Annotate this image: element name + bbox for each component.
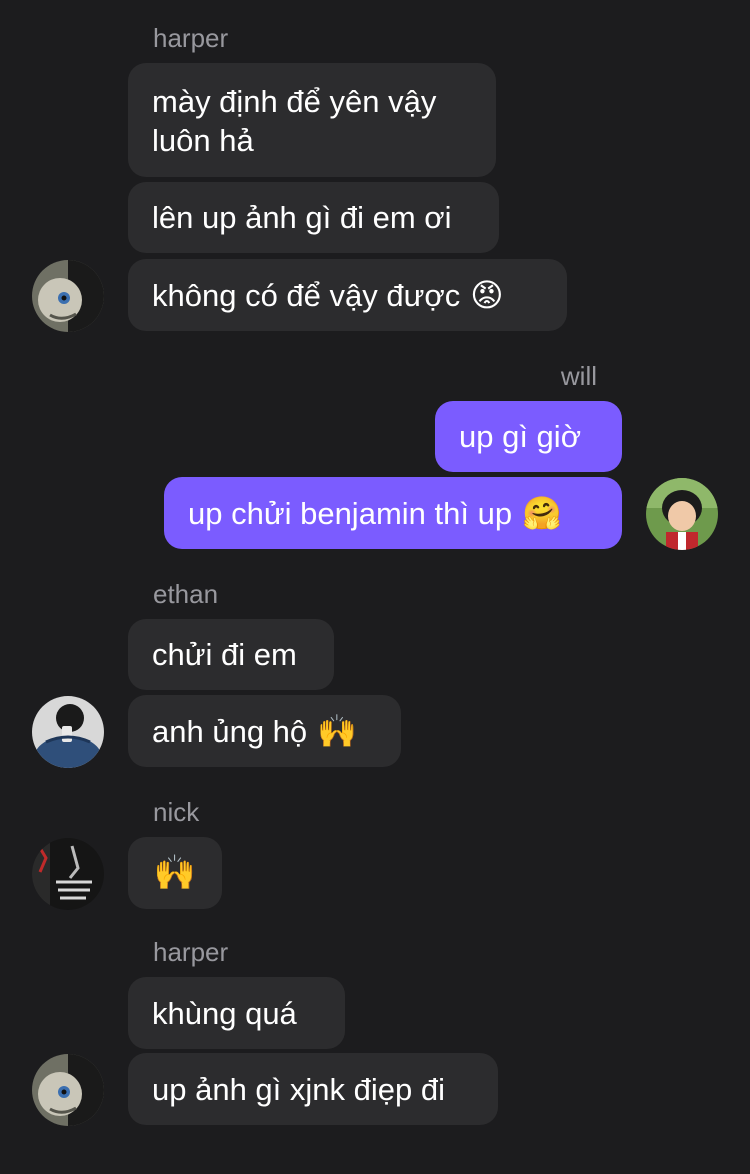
message-text: up chửi benjamin thì up bbox=[188, 495, 513, 531]
message-bubble[interactable]: không có để vậy được 😡 bbox=[128, 259, 567, 331]
message-bubble[interactable]: anh ủng hộ 🙌 bbox=[128, 695, 401, 767]
will-avatar-icon[interactable] bbox=[646, 478, 718, 550]
message-text: anh ủng hộ bbox=[152, 713, 308, 749]
ethan-avatar-icon[interactable] bbox=[32, 696, 104, 768]
raising-hands-emoji: 🙌 bbox=[317, 712, 357, 749]
sender-name-harper: harper bbox=[153, 23, 229, 53]
message-bubble-outgoing[interactable]: up chửi benjamin thì up 🤗 bbox=[164, 477, 622, 549]
harper-avatar-icon[interactable] bbox=[32, 1054, 104, 1126]
nick-avatar-icon[interactable] bbox=[32, 838, 104, 910]
message-bubble[interactable]: mày định để yên vậy luôn hả bbox=[128, 63, 496, 177]
message-bubble[interactable]: lên up ảnh gì đi em ơi bbox=[128, 182, 499, 253]
message-bubble-outgoing[interactable]: up gì giờ bbox=[435, 401, 622, 472]
message-text: mày định để yên vậy luôn hả bbox=[152, 84, 437, 158]
message-bubble[interactable]: chửi đi em bbox=[128, 619, 334, 690]
sender-name-will: will bbox=[560, 361, 597, 391]
hugging-face-emoji: 🤗 bbox=[522, 494, 562, 531]
message-text: chửi đi em bbox=[152, 637, 297, 672]
message-text: khùng quá bbox=[152, 995, 297, 1031]
message-text: lên up ảnh gì đi em ơi bbox=[152, 200, 452, 235]
message-bubble[interactable]: khùng quá bbox=[128, 977, 345, 1049]
message-text: up ảnh gì xjnk điẹp đi bbox=[152, 1071, 445, 1107]
sender-name-ethan: ethan bbox=[153, 579, 219, 609]
message-bubble[interactable]: up ảnh gì xjnk điẹp đi bbox=[128, 1053, 498, 1125]
sender-name-nick: nick bbox=[153, 797, 200, 827]
message-bubble[interactable]: 🙌 bbox=[128, 837, 222, 909]
harper-avatar-icon[interactable] bbox=[32, 260, 104, 332]
raising-hands-emoji: 🙌 bbox=[153, 853, 197, 892]
sender-name-harper: harper bbox=[153, 937, 229, 967]
message-text: up gì giờ bbox=[459, 419, 582, 454]
message-text: không có để vậy được bbox=[152, 277, 461, 313]
angry-face-emoji: 😡 bbox=[470, 276, 504, 313]
